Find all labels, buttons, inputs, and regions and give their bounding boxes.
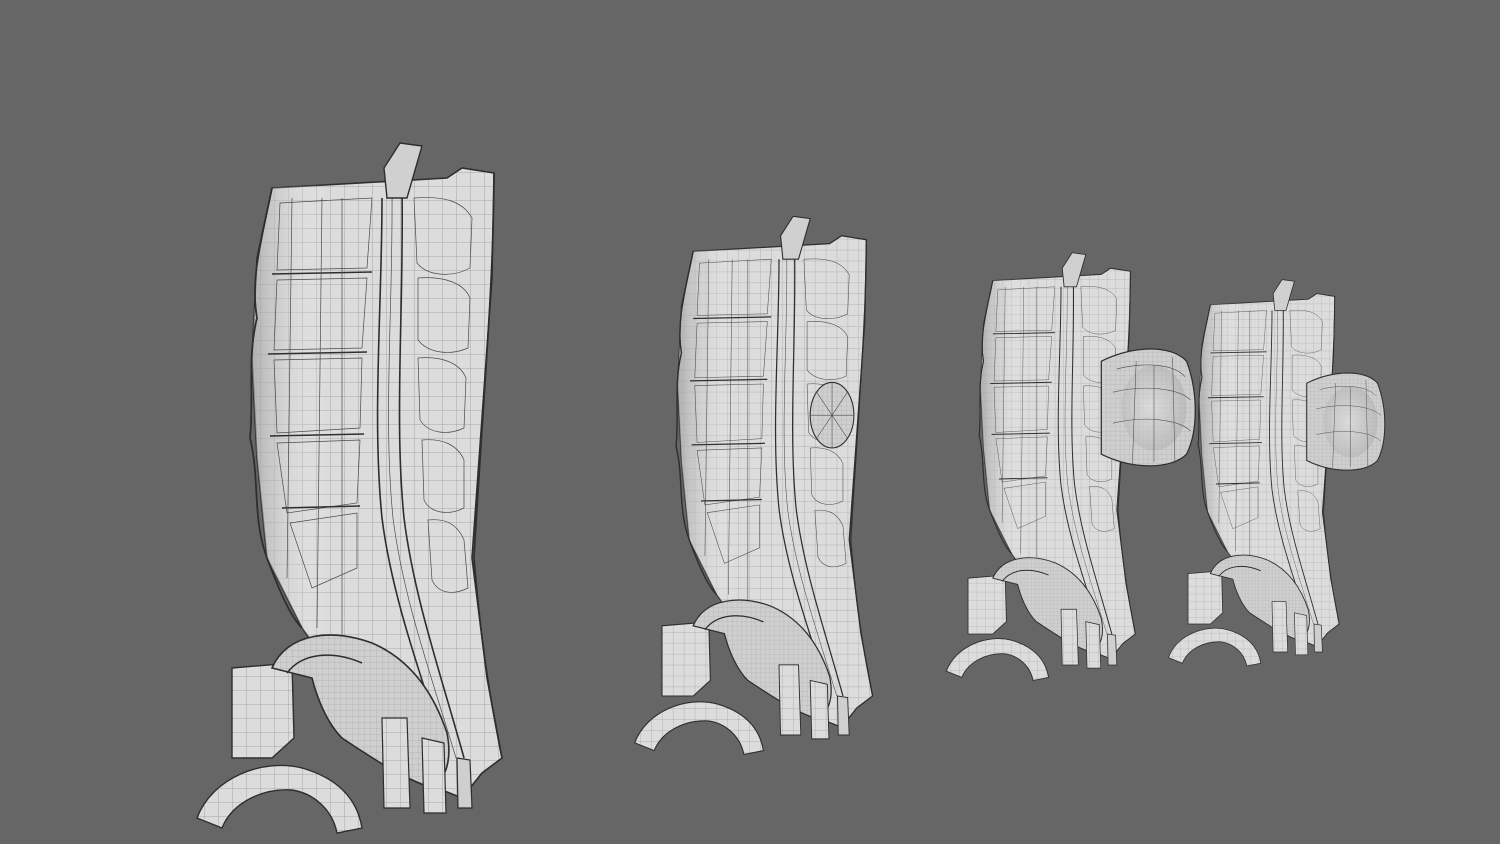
cyst-sac-large-2 (1306, 372, 1386, 471)
viewport-3d[interactable] (0, 0, 1500, 844)
spine-model-small-cyst[interactable] (634, 215, 874, 756)
spine-model-large-cyst[interactable] (945, 252, 1196, 681)
spine-model-large-cyst-2[interactable] (1167, 279, 1386, 667)
scene-canvas (196, 142, 1386, 834)
cyst-sac-small (809, 381, 855, 449)
spine-model-normal[interactable] (196, 142, 503, 834)
cyst-sac-large (1100, 348, 1196, 467)
